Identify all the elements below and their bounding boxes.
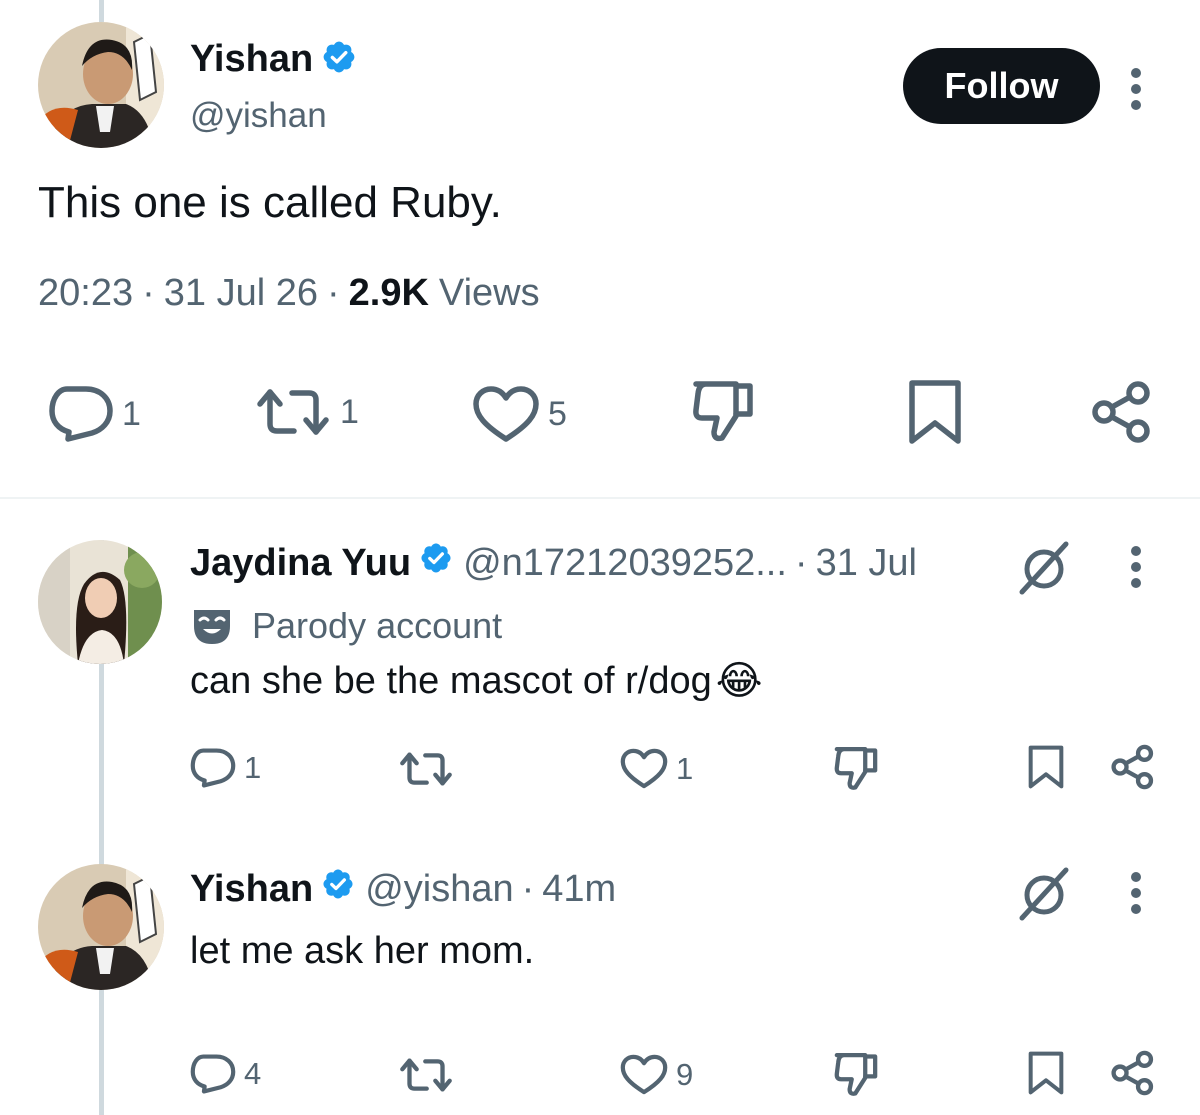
grok-icon — [1019, 541, 1069, 595]
reply-time[interactable]: 41m — [542, 868, 616, 911]
like-count: 9 — [676, 1056, 694, 1092]
share-button[interactable] — [1110, 744, 1156, 790]
author-handle[interactable]: @n17212039252... — [463, 542, 787, 585]
more-icon[interactable] — [1130, 68, 1142, 110]
main-tweet-header: Yishan — [190, 36, 357, 82]
reply-icon — [49, 386, 113, 442]
avatar[interactable] — [38, 864, 164, 990]
like-icon — [620, 1054, 668, 1095]
views-label: Views — [438, 272, 540, 314]
avatar[interactable] — [38, 540, 162, 664]
avatar[interactable] — [38, 22, 164, 148]
laughing-emoji: 😂 — [715, 659, 763, 703]
more-icon[interactable] — [1130, 546, 1142, 588]
parody-label: Parody account — [252, 605, 503, 646]
reply-button[interactable]: 1 — [190, 748, 261, 788]
share-icon — [1111, 744, 1154, 790]
like-icon — [620, 748, 668, 789]
share-icon — [1111, 1050, 1154, 1096]
bookmark-button[interactable] — [1028, 744, 1064, 790]
follow-button[interactable]: Follow — [903, 48, 1100, 124]
bookmark-icon — [909, 380, 961, 444]
more-icon[interactable] — [1130, 872, 1142, 914]
bookmark-icon — [1028, 1051, 1064, 1095]
meta-separator: · — [521, 867, 535, 910]
bookmark-icon — [1028, 745, 1064, 789]
reply-button[interactable]: 4 — [190, 1054, 261, 1094]
dislike-button[interactable] — [834, 746, 878, 792]
author-display-name[interactable]: Yishan — [190, 868, 313, 911]
reply-icon — [190, 1054, 236, 1094]
bookmark-button[interactable] — [1028, 1050, 1064, 1096]
verified-badge-icon — [321, 39, 357, 80]
reply-text-content: can she be the mascot of r/dog — [190, 659, 712, 702]
reply-text: let me ask her mom. — [190, 930, 535, 972]
dislike-icon — [834, 747, 878, 790]
grok-button[interactable] — [1016, 540, 1072, 596]
views-count: 2.9K — [348, 272, 429, 314]
repost-icon — [400, 1058, 452, 1092]
like-button[interactable]: 1 — [620, 748, 693, 789]
reply-header: Yishan @yishan · 41m — [190, 866, 616, 912]
share-button[interactable] — [1090, 380, 1154, 444]
dislike-icon — [693, 381, 753, 442]
bookmark-button[interactable] — [908, 379, 962, 445]
reply-text: can she be the mascot of r/dog 😂 — [190, 658, 763, 704]
grok-icon — [1019, 867, 1069, 921]
parody-mask-icon — [194, 610, 230, 644]
reply-icon — [190, 748, 236, 788]
share-button[interactable] — [1110, 1050, 1156, 1096]
like-count: 1 — [676, 750, 694, 786]
author-display-name[interactable]: Jaydina Yuu — [190, 542, 411, 585]
repost-count: 1 — [340, 392, 359, 431]
tweet-time[interactable]: 20:23 — [38, 272, 133, 315]
repost-button[interactable] — [398, 750, 454, 788]
author-display-name[interactable]: Yishan — [190, 38, 313, 81]
tweet-meta: 20:23 · 31 Jul 26 · 2.9K Views — [38, 272, 540, 315]
share-icon — [1092, 381, 1150, 443]
reply-count: 4 — [244, 1056, 262, 1091]
repost-button[interactable] — [398, 1056, 454, 1094]
dislike-icon — [834, 1052, 878, 1096]
like-icon — [473, 386, 539, 442]
reply-count: 1 — [244, 750, 262, 785]
repost-button[interactable]: 1 — [254, 386, 359, 438]
like-button[interactable]: 9 — [620, 1054, 693, 1095]
grok-button[interactable] — [1016, 866, 1072, 922]
like-count: 5 — [548, 394, 567, 433]
reply-count: 1 — [122, 394, 141, 433]
tweet-text: This one is called Ruby. — [38, 178, 502, 227]
divider — [0, 497, 1200, 499]
dislike-button[interactable] — [692, 380, 754, 444]
reply-button[interactable]: 1 — [48, 386, 141, 442]
like-button[interactable]: 5 — [472, 385, 567, 443]
author-handle[interactable]: @yishan — [190, 96, 327, 136]
repost-icon — [257, 389, 329, 435]
parody-badge: Parody account — [190, 604, 502, 648]
verified-badge-icon — [321, 867, 355, 911]
tweet-date[interactable]: 31 Jul 26 — [164, 272, 318, 315]
reply-header: Jaydina Yuu @n17212039252... · 31 Jul — [190, 540, 917, 586]
author-handle[interactable]: @yishan — [365, 868, 513, 911]
verified-badge-icon — [419, 541, 453, 585]
meta-separator: · — [794, 541, 808, 584]
thread-line-top — [99, 0, 104, 22]
reply-time[interactable]: 31 Jul — [816, 542, 917, 585]
dislike-button[interactable] — [834, 1052, 878, 1098]
repost-icon — [400, 752, 452, 786]
meta-separator: · — [326, 272, 340, 314]
meta-separator: · — [142, 272, 155, 314]
